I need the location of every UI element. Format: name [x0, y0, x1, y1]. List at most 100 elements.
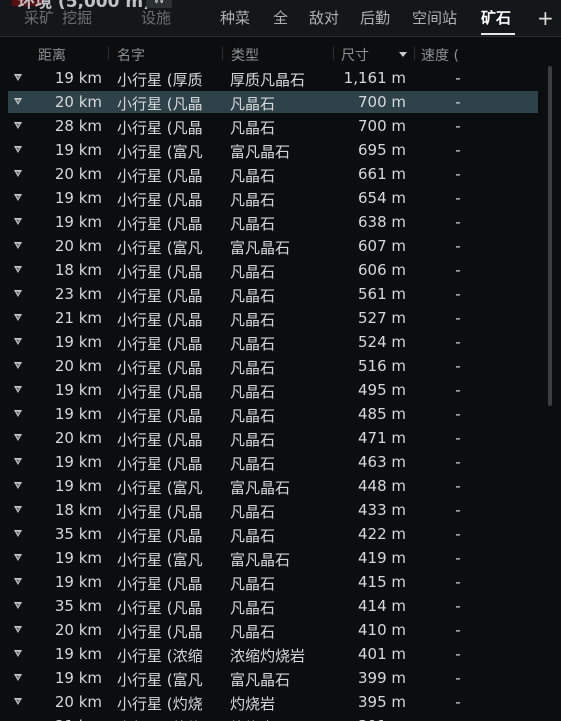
row-type: 凡晶石 — [230, 167, 276, 185]
table-row[interactable]: 19 km 小行星 (凡晶 凡晶石 654 m - — [8, 187, 538, 209]
tab-logistics[interactable]: 后勤 — [360, 6, 390, 34]
row-type: 富凡晶石 — [230, 551, 291, 569]
row-type: 凡晶石 — [230, 623, 276, 641]
table-row[interactable]: 35 km 小行星 (凡晶 凡晶石 422 m - — [8, 523, 538, 545]
tab-farming[interactable]: 种菜 — [220, 6, 250, 34]
table-row[interactable]: 19 km 小行星 (浓缩 浓缩灼烧岩 401 m - — [8, 643, 538, 665]
tab-stations[interactable]: 空间站 — [412, 6, 457, 34]
column-divider[interactable] — [108, 46, 109, 60]
table-row[interactable]: 19 km 小行星 (凡晶 凡晶石 524 m - — [8, 331, 538, 353]
row-type: 凡晶石 — [230, 335, 276, 353]
table-row[interactable]: 20 km 小行星 (凡晶 凡晶石 410 m - — [8, 619, 538, 641]
table-row[interactable]: 28 km 小行星 (凡晶 凡晶石 700 m - — [8, 115, 538, 137]
row-size: 700 m — [357, 117, 406, 135]
table-row[interactable]: 19 km 小行星 (凡晶 凡晶石 485 m - — [8, 403, 538, 425]
asteroid-icon — [14, 626, 22, 633]
row-distance: 18 km — [54, 261, 102, 279]
row-size: 463 m — [357, 453, 406, 471]
row-velocity: - — [455, 573, 461, 591]
row-velocity: - — [455, 333, 461, 351]
row-name: 小行星 (凡晶 — [117, 527, 203, 545]
row-distance: 28 km — [54, 117, 102, 135]
table-row[interactable]: 21 km 小行星 (灼烧 灼烧岩391 m - — [8, 715, 538, 721]
sort-descending-icon[interactable] — [399, 52, 407, 57]
row-name: 小行星 (凡晶 — [117, 287, 203, 305]
tab-all[interactable]: 全 — [273, 6, 288, 34]
add-tab-button[interactable]: + — [537, 6, 554, 30]
table-row[interactable]: 19 km 小行星 (凡晶 凡晶石 638 m - — [8, 211, 538, 233]
overview-list: 19 km 小行星 (厚质 厚质凡晶石 1,161 m -20 km 小行星 (凡晶 凡晶石… — [0, 66, 548, 721]
row-type: 凡晶石 — [230, 431, 276, 449]
column-header-size[interactable]: 尺寸 — [341, 45, 369, 65]
asteroid-icon — [14, 506, 22, 513]
row-size: 606 m — [357, 261, 406, 279]
asteroid-icon — [14, 554, 22, 561]
table-row[interactable]: 21 km 小行星 (凡晶 凡晶石 527 m - — [8, 307, 538, 329]
row-distance: 35 km — [54, 525, 102, 543]
tab-hostile[interactable]: 敌对 — [309, 6, 339, 34]
table-row[interactable]: 19 km 小行星 (凡晶 凡晶石 495 m - — [8, 379, 538, 401]
table-row[interactable]: 23 km 小行星 (凡晶 凡晶石 561 m - — [8, 283, 538, 305]
row-type: 凡晶石 — [230, 311, 276, 329]
table-row[interactable]: 19 km 小行星 (凡晶 凡晶石 463 m - — [8, 451, 538, 473]
asteroid-icon — [14, 650, 22, 657]
table-row[interactable]: 20 km 小行星 (灼烧 灼烧岩 395 m - — [8, 691, 538, 713]
row-name: 小行星 (凡晶 — [117, 311, 203, 329]
row-type: 凡晶石 — [230, 287, 276, 305]
table-row[interactable]: 20 km 小行星 (凡晶 凡晶石 700 m - — [8, 91, 538, 113]
table-row[interactable]: 18 km 小行星 (凡晶 凡晶石 433 m - — [8, 499, 538, 521]
column-header-name[interactable]: 名字 — [117, 45, 145, 65]
asteroid-icon — [14, 530, 22, 537]
row-distance: 19 km — [54, 669, 102, 687]
tab-excavate[interactable]: 挖掘 — [62, 6, 92, 34]
table-row[interactable]: 20 km 小行星 (凡晶 凡晶石 661 m - — [8, 163, 538, 185]
tab-facilities[interactable]: 设施 — [141, 6, 171, 34]
row-distance: 19 km — [54, 213, 102, 231]
scrollbar[interactable] — [548, 66, 552, 406]
row-name: 小行星 (凡晶 — [117, 503, 203, 521]
column-header-type[interactable]: 类型 — [231, 45, 259, 65]
table-row[interactable]: 19 km 小行星 (富凡 富凡晶石 419 m - — [8, 547, 538, 569]
table-row[interactable]: 18 km 小行星 (凡晶 凡晶石 606 m - — [8, 259, 538, 281]
overview-tab-bar: 环境 (5,000 m) W 采矿 挖掘 设施 种菜 全 敌对 后勤 空间站 矿… — [0, 0, 561, 37]
row-size: 527 m — [357, 309, 406, 327]
table-row[interactable]: 20 km 小行星 (凡晶 凡晶石 471 m - — [8, 427, 538, 449]
table-row[interactable]: 20 km 小行星 (富凡 富凡晶石 607 m - — [8, 235, 538, 257]
row-type: 富凡晶石 — [230, 479, 291, 497]
row-name: 小行星 (富凡 — [117, 143, 203, 161]
row-distance: 19 km — [54, 645, 102, 663]
table-row[interactable]: 20 km 小行星 (凡晶 凡晶石 516 m - — [8, 355, 538, 377]
row-distance: 19 km — [54, 477, 102, 495]
column-divider[interactable] — [414, 46, 415, 60]
row-size: 395 m — [357, 693, 406, 711]
column-divider[interactable] — [333, 46, 334, 60]
table-row[interactable]: 19 km 小行星 (凡晶 凡晶石 415 m - — [8, 571, 538, 593]
table-row[interactable]: 19 km 小行星 (富凡 富凡晶石 448 m - — [8, 475, 538, 497]
column-header-distance[interactable]: 距离 — [38, 45, 66, 65]
table-row[interactable]: 19 km 小行星 (富凡 富凡晶石 695 m - — [8, 139, 538, 161]
row-velocity: - — [455, 285, 461, 303]
column-divider[interactable] — [222, 46, 223, 60]
table-row[interactable]: 19 km 小行星 (富凡 富凡晶石 399 m - — [8, 667, 538, 689]
tab-mining[interactable]: 采矿 — [24, 6, 54, 34]
row-name: 小行星 (凡晶 — [117, 119, 203, 137]
tab-ore[interactable]: 矿石 — [481, 6, 511, 34]
table-row[interactable]: 19 km 小行星 (厚质 厚质凡晶石 1,161 m - — [8, 67, 538, 89]
row-distance: 20 km — [54, 237, 102, 255]
row-distance: 21 km — [50, 717, 102, 721]
row-name: 小行星 (凡晶 — [117, 455, 203, 473]
row-velocity: - — [455, 405, 461, 423]
row-name: 小行星 (凡晶 — [117, 167, 203, 185]
row-distance: 20 km — [54, 693, 102, 711]
row-size: 414 m — [357, 597, 406, 615]
row-name: 小行星 (浓缩 — [117, 647, 203, 665]
asteroid-icon — [14, 218, 22, 225]
row-velocity: - — [455, 501, 461, 519]
row-size: 516 m — [357, 357, 406, 375]
table-row[interactable]: 35 km 小行星 (凡晶 凡晶石 414 m - — [8, 595, 538, 617]
row-size: 695 m — [357, 141, 406, 159]
row-velocity: - — [455, 645, 461, 663]
active-tab-indicator — [481, 33, 515, 35]
row-size: 524 m — [357, 333, 406, 351]
column-header-velocity[interactable]: 速度 ( — [421, 45, 459, 65]
